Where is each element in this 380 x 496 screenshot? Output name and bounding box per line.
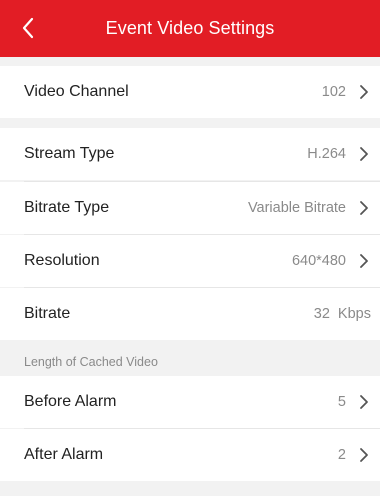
after-alarm-value: 2: [337, 447, 346, 463]
stream-type-label: Stream Type: [24, 145, 115, 162]
chevron-right-icon: [360, 201, 368, 215]
resolution-value: 640*480: [291, 253, 346, 269]
back-button[interactable]: [8, 8, 48, 48]
bitrate-type-value: Variable Bitrate: [247, 200, 346, 216]
after-alarm-label: After Alarm: [24, 446, 104, 463]
cached-video-section-header: Length of Cached Video: [0, 347, 380, 376]
bitrate-row[interactable]: Bitrate 32 Kbps: [0, 288, 380, 340]
bitrate-type-label: Bitrate Type: [24, 199, 110, 216]
video-channel-row[interactable]: Video Channel 102: [0, 66, 380, 118]
bitrate-type-row[interactable]: Bitrate Type Variable Bitrate: [0, 182, 380, 234]
bitrate-value: 32 Kbps: [313, 306, 371, 322]
bitrate-label: Bitrate: [24, 305, 71, 322]
section-label: Length of Cached Video: [24, 354, 158, 369]
chevron-right-icon: [360, 147, 368, 161]
video-channel-label: Video Channel: [24, 83, 129, 100]
before-alarm-label: Before Alarm: [24, 393, 117, 410]
chevron-right-icon: [360, 85, 368, 99]
chevron-right-icon: [360, 395, 368, 409]
resolution-label: Resolution: [24, 252, 100, 269]
chevron-right-icon: [360, 448, 368, 462]
chevron-left-icon: [22, 17, 34, 39]
stream-type-row[interactable]: Stream Type H.264: [0, 128, 380, 180]
title-bar: Event Video Settings: [0, 0, 380, 57]
before-alarm-value: 5: [337, 394, 346, 410]
video-channel-value: 102: [321, 84, 346, 100]
after-alarm-row[interactable]: After Alarm 2: [0, 429, 380, 481]
stream-type-value: H.264: [307, 146, 346, 162]
before-alarm-row[interactable]: Before Alarm 5: [0, 376, 380, 428]
resolution-row[interactable]: Resolution 640*480: [0, 235, 380, 287]
chevron-right-icon: [360, 254, 368, 268]
page-title: Event Video Settings: [105, 18, 275, 38]
